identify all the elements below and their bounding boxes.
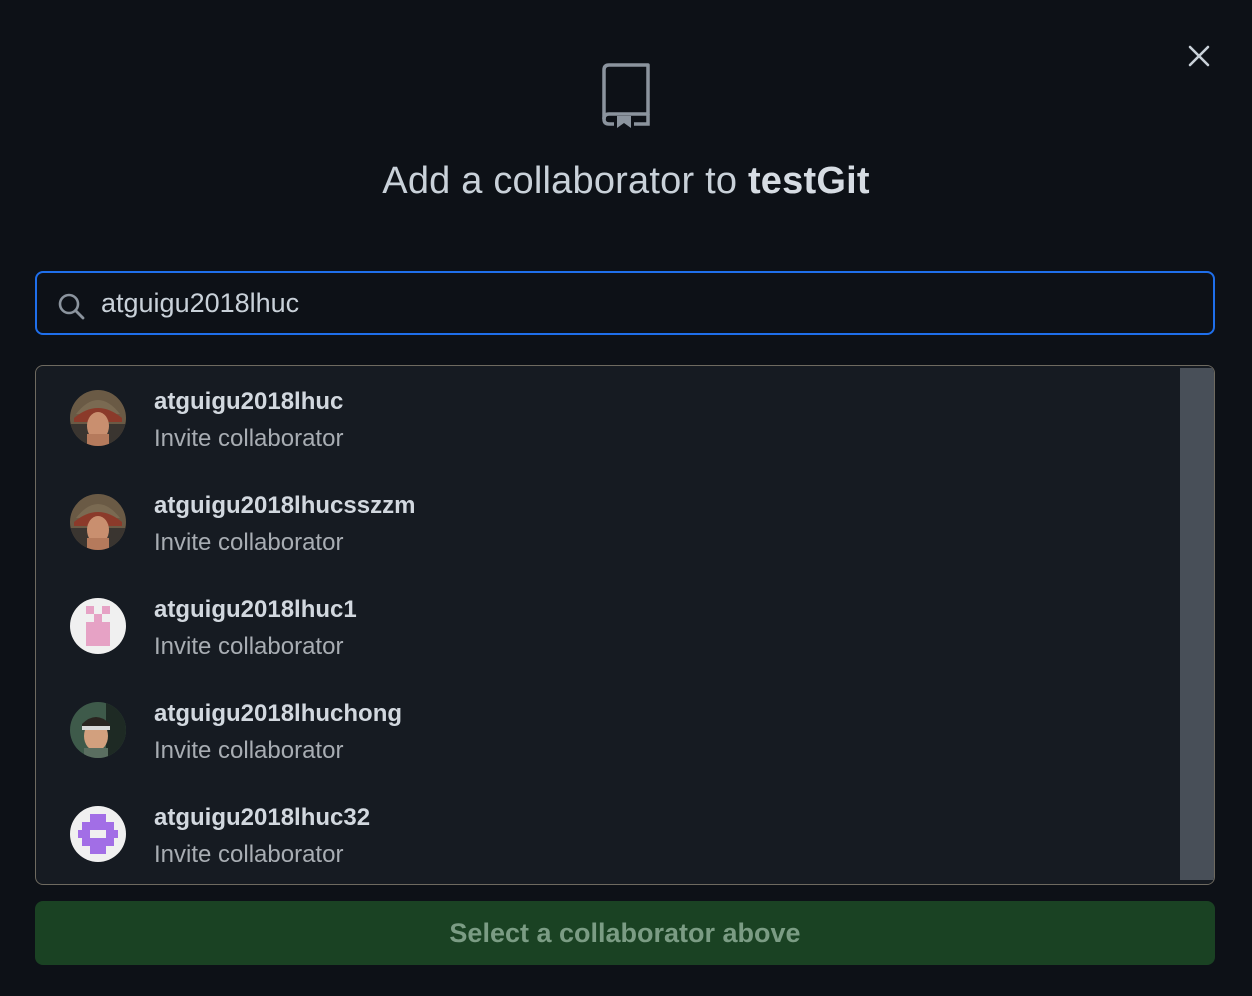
avatar	[70, 494, 126, 550]
avatar	[70, 702, 126, 758]
close-button[interactable]	[1180, 37, 1218, 75]
select-collaborator-button[interactable]: Select a collaborator above	[35, 901, 1215, 965]
result-username: atguigu2018lhuc1	[154, 596, 357, 623]
repo-icon	[602, 63, 650, 128]
avatar	[70, 598, 126, 654]
result-username: atguigu2018lhuc	[154, 388, 344, 415]
result-item[interactable]: atguigu2018lhuc Invite collaborator	[36, 366, 1180, 470]
results-list[interactable]: atguigu2018lhuc Invite collaborator atgu…	[35, 365, 1215, 885]
result-action: Invite collaborator	[154, 737, 344, 764]
dialog-title-prefix: Add a collaborator to	[382, 160, 738, 202]
dialog-title: Add a collaborator to testGit	[0, 160, 1252, 203]
result-username: atguigu2018lhuc32	[154, 804, 371, 831]
search-box[interactable]	[35, 271, 1215, 335]
close-icon	[1188, 45, 1210, 67]
result-action: Invite collaborator	[154, 841, 344, 868]
scrollbar-track[interactable]	[1180, 366, 1214, 884]
search-icon	[58, 293, 85, 320]
result-username: atguigu2018lhuchong	[154, 700, 403, 727]
avatar	[70, 806, 126, 862]
scrollbar-thumb[interactable]	[1180, 368, 1214, 880]
result-username: atguigu2018lhucsszzm	[154, 492, 416, 519]
result-item[interactable]: atguigu2018lhuc32 Invite collaborator	[36, 782, 1180, 884]
result-action: Invite collaborator	[154, 633, 344, 660]
result-item[interactable]: atguigu2018lhucsszzm Invite collaborator	[36, 470, 1180, 574]
result-item[interactable]: atguigu2018lhuc1 Invite collaborator	[36, 574, 1180, 678]
search-input[interactable]	[101, 273, 1201, 333]
repo-name: testGit	[747, 160, 870, 202]
result-action: Invite collaborator	[154, 425, 344, 452]
result-action: Invite collaborator	[154, 529, 344, 556]
avatar	[70, 390, 126, 446]
result-item[interactable]: atguigu2018lhuchong Invite collaborator	[36, 678, 1180, 782]
